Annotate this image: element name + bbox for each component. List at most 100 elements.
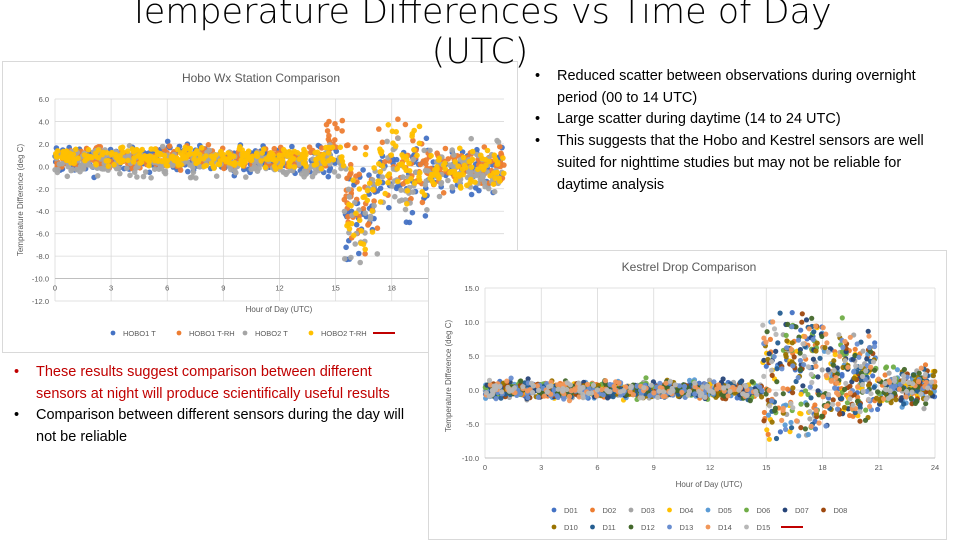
legend-marker-icon <box>176 330 182 336</box>
data-point <box>166 143 173 149</box>
data-point <box>628 385 634 391</box>
data-point <box>193 160 199 166</box>
data-point <box>80 166 87 172</box>
data-point <box>85 146 92 153</box>
slide-title-line-1: Temperature Differences vs Time of Day <box>128 0 832 32</box>
data-point <box>819 413 825 419</box>
data-point <box>833 375 839 381</box>
data-point <box>530 389 536 396</box>
data-point <box>836 332 842 338</box>
data-point <box>105 163 112 169</box>
data-point <box>345 142 351 148</box>
data-point <box>802 426 808 432</box>
data-point <box>340 162 347 169</box>
data-point <box>63 157 70 164</box>
data-point <box>576 380 582 386</box>
data-point <box>339 117 346 124</box>
data-point <box>501 170 507 177</box>
data-point <box>667 378 673 384</box>
data-point <box>811 329 817 335</box>
data-point <box>352 241 359 247</box>
data-point <box>798 401 804 407</box>
data-point <box>548 383 554 389</box>
data-point <box>800 383 806 389</box>
data-point <box>338 155 344 161</box>
data-point <box>900 379 906 385</box>
data-point <box>834 406 841 412</box>
data-point <box>472 179 478 185</box>
data-point <box>487 173 493 179</box>
data-point <box>813 348 819 354</box>
data-point <box>237 160 243 167</box>
data-point <box>119 144 126 151</box>
data-point <box>296 156 303 162</box>
data-point <box>475 166 481 173</box>
data-point <box>375 178 382 184</box>
data-point <box>875 376 882 382</box>
data-point <box>831 367 837 373</box>
legend-label: D15 <box>757 523 771 532</box>
legend-marker-icon <box>308 330 314 336</box>
data-point <box>808 395 814 401</box>
data-point <box>585 390 592 396</box>
data-point <box>318 165 325 172</box>
data-point <box>509 387 515 393</box>
data-point <box>871 384 877 390</box>
legend-label: D02 <box>603 506 617 515</box>
legend-label: D10 <box>564 523 578 532</box>
data-point <box>468 135 475 142</box>
data-point <box>923 396 929 402</box>
data-point <box>797 357 803 364</box>
data-point <box>822 345 828 351</box>
legend-marker-icon <box>821 507 826 513</box>
data-point <box>892 383 898 389</box>
data-point <box>137 160 143 166</box>
data-point <box>923 401 929 407</box>
data-point <box>208 160 215 166</box>
data-point <box>385 173 391 179</box>
y-tick-label: -6.0 <box>36 230 49 239</box>
data-point <box>406 160 412 167</box>
data-point <box>704 385 710 391</box>
data-point <box>916 370 922 376</box>
y-tick-label: -8.0 <box>36 252 49 261</box>
data-point <box>766 436 772 442</box>
data-point <box>352 145 358 151</box>
data-point <box>164 163 171 169</box>
data-point <box>813 407 819 414</box>
y-tick-label: 5.0 <box>469 352 479 361</box>
data-point <box>795 337 802 343</box>
data-point <box>773 391 779 397</box>
data-point <box>780 385 786 391</box>
data-point <box>825 349 831 355</box>
data-point <box>442 166 449 172</box>
data-point <box>865 328 871 334</box>
data-point <box>773 348 779 354</box>
data-point <box>400 174 406 180</box>
data-point <box>839 315 845 321</box>
data-point <box>801 353 807 359</box>
data-point <box>436 193 443 200</box>
legend-label: D12 <box>641 523 655 532</box>
data-point <box>806 326 812 332</box>
y-tick-label: 6.0 <box>39 95 49 104</box>
data-point <box>482 156 489 163</box>
data-point <box>886 379 893 385</box>
data-point <box>457 183 464 190</box>
legend-label: D05 <box>718 506 732 515</box>
data-point <box>790 363 796 369</box>
data-point <box>362 151 369 158</box>
data-point <box>842 338 848 345</box>
data-point <box>500 155 506 161</box>
data-point <box>440 190 447 196</box>
data-point <box>424 207 430 213</box>
data-point <box>408 175 414 182</box>
data-point <box>803 317 810 323</box>
kestrel-chart: Kestrel Drop Comparison 15.0 10.0 5.0 0.0 -5… <box>428 250 947 540</box>
data-point <box>356 217 363 224</box>
data-point <box>348 254 354 261</box>
data-point <box>185 168 191 175</box>
data-point <box>852 346 858 352</box>
data-point <box>777 429 783 435</box>
legend-marker-icon <box>667 524 672 530</box>
